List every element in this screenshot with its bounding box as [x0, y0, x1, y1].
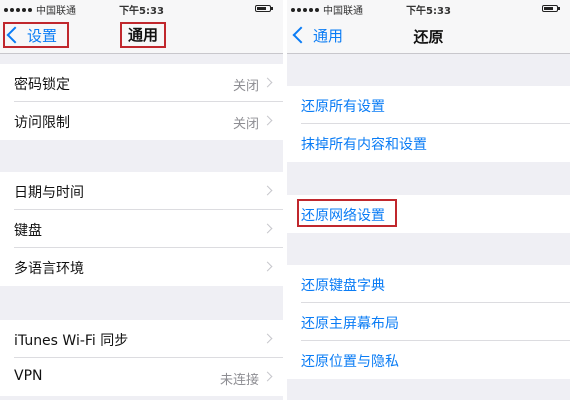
battery-icon: [255, 5, 273, 12]
settings-row-itunes-wifi-sync[interactable]: iTunes Wi-Fi 同步: [0, 320, 283, 358]
row-label: 抹掉所有内容和设置: [301, 137, 427, 153]
settings-row-vpn[interactable]: VPN 未连接: [0, 358, 283, 396]
page-title: 还原: [413, 28, 444, 46]
row-label: 还原键盘字典: [301, 278, 385, 294]
settings-row-date-time[interactable]: 日期与时间: [0, 172, 283, 210]
settings-row-language-region[interactable]: 多语言环境: [0, 248, 283, 286]
chevron-left-icon: [6, 26, 24, 44]
reset-screen: 中国联通 下午5:33 通用 还原 还原所有设置 抹掉所有内容和设置 还原网络设…: [287, 0, 570, 400]
chevron-right-icon: [262, 115, 273, 126]
row-value: 未连接: [219, 373, 259, 388]
reset-all-settings-button[interactable]: 还原所有设置: [287, 86, 570, 124]
row-label: 键盘: [14, 223, 42, 239]
row-label: 访问限制: [14, 115, 70, 131]
settings-row-restrictions[interactable]: 访问限制 关闭: [0, 102, 283, 140]
nav-bar: 通用 还原: [287, 18, 570, 54]
reset-location-privacy-button[interactable]: 还原位置与隐私: [287, 341, 570, 379]
back-button[interactable]: 设置: [3, 22, 69, 48]
status-time: 下午5:33: [119, 6, 164, 17]
chevron-right-icon: [262, 261, 273, 272]
reset-home-screen-layout-button[interactable]: 还原主屏幕布局: [287, 303, 570, 341]
row-value: 关闭: [232, 79, 259, 94]
nav-bar: 设置 通用: [0, 18, 283, 54]
row-label: 多语言环境: [14, 261, 84, 277]
row-value: 关闭: [232, 117, 259, 132]
status-bar: 中国联通 下午5:33: [287, 0, 570, 18]
row-label: iTunes Wi-Fi 同步: [14, 333, 129, 349]
back-label: 设置: [27, 26, 58, 45]
chevron-right-icon: [262, 185, 273, 196]
erase-all-content-button[interactable]: 抹掉所有内容和设置: [287, 124, 570, 162]
chevron-right-icon: [262, 223, 273, 234]
row-label: VPN: [14, 368, 43, 384]
chevron-right-icon: [262, 333, 273, 344]
screenshot: 中国联通 下午5:33 设置 通用 密码锁定 关闭 访问限制 关闭 日期与时间: [0, 0, 570, 400]
general-settings-screen: 中国联通 下午5:33 设置 通用 密码锁定 关闭 访问限制 关闭 日期与时间: [0, 0, 283, 400]
status-bar: 中国联通 下午5:33: [0, 0, 283, 18]
battery-icon: [542, 5, 560, 12]
row-label: 还原所有设置: [301, 99, 385, 115]
row-label: 还原主屏幕布局: [301, 316, 399, 332]
chevron-right-icon: [262, 77, 273, 88]
page-title: 通用: [120, 22, 166, 48]
settings-row-keyboard[interactable]: 键盘: [0, 210, 283, 248]
status-time: 下午5:33: [406, 6, 451, 17]
chevron-right-icon: [262, 371, 273, 382]
row-label: 还原网络设置: [301, 208, 385, 224]
reset-network-settings-button[interactable]: 还原网络设置: [287, 195, 570, 233]
reset-keyboard-dictionary-button[interactable]: 还原键盘字典: [287, 265, 570, 303]
row-label: 还原位置与隐私: [301, 354, 399, 370]
settings-row-passcode-lock[interactable]: 密码锁定 关闭: [0, 64, 283, 102]
row-label: 密码锁定: [14, 77, 70, 93]
row-label: 日期与时间: [14, 185, 84, 201]
